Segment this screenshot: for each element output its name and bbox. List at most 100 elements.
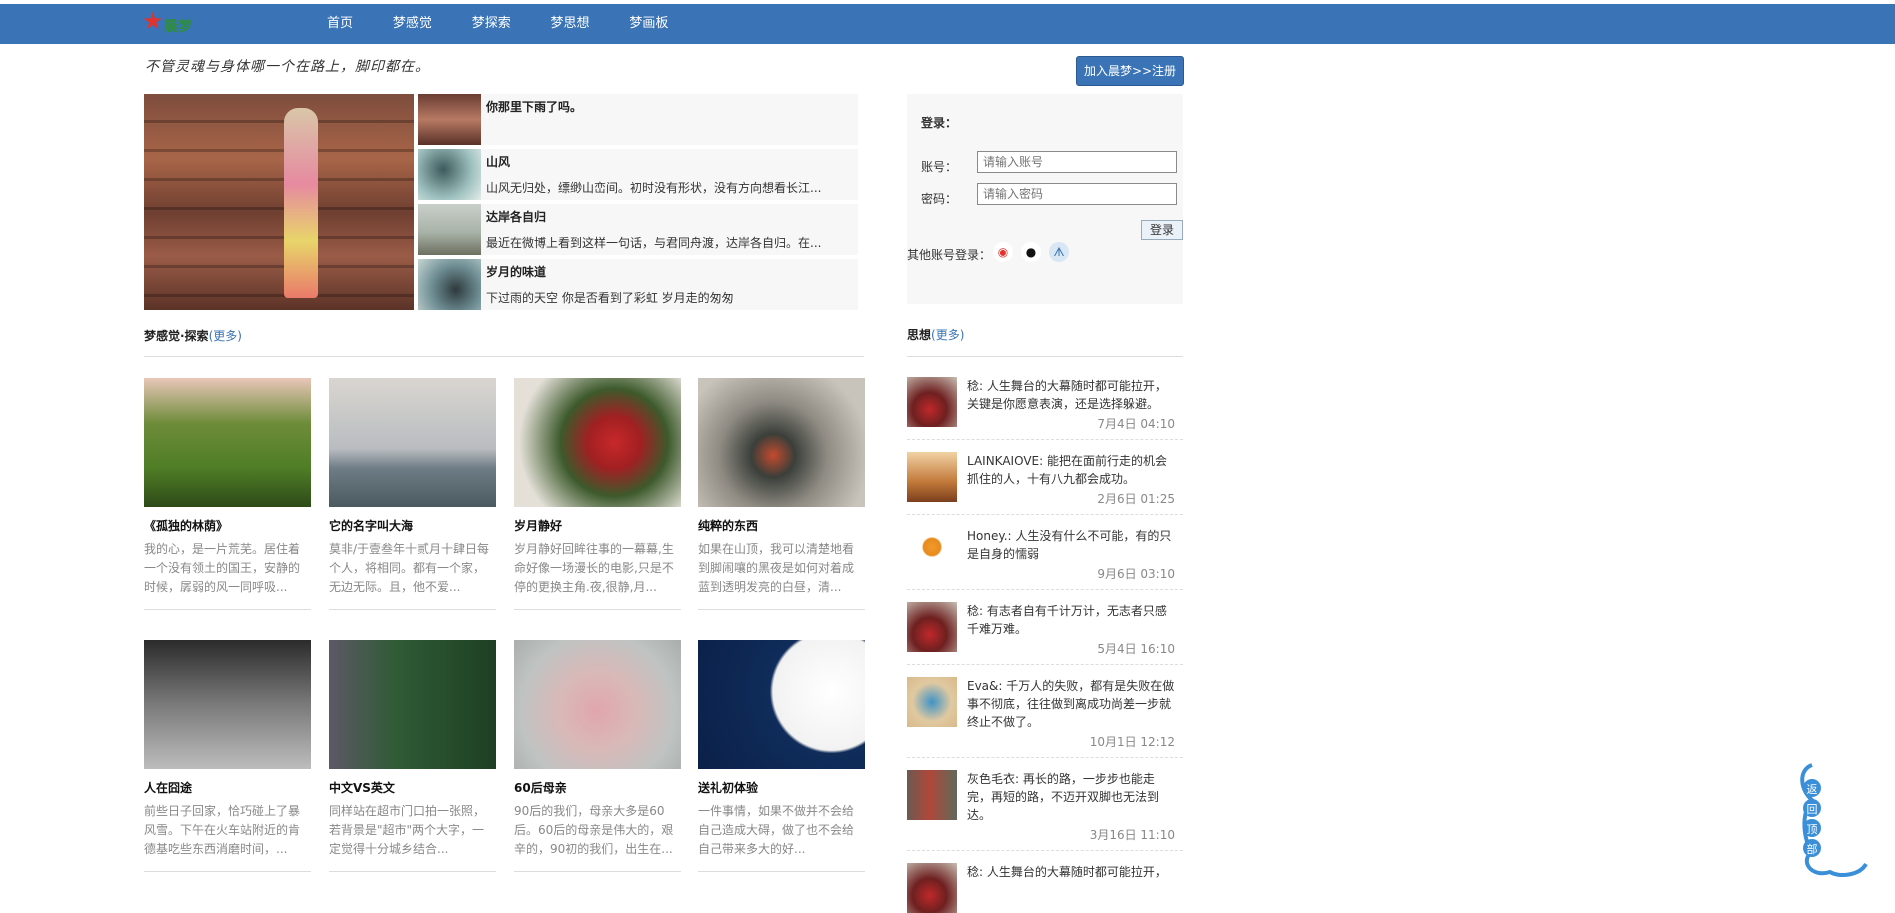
- thought-time: 3月16日 11:10: [1089, 828, 1175, 842]
- top-nav-bar: ★ 晨梦 首页 梦感觉 梦探索 梦思想 梦画板: [0, 4, 1895, 44]
- thought-text: Honey.: 人生没有什么不可能，有的只是自身的懦弱: [967, 529, 1172, 561]
- featured-list: 你那里下雨了吗。 山风 山风无归处，缥缈山峦间。初时没有形状，没有方向想看长江.…: [418, 94, 858, 314]
- hero-image[interactable]: [144, 94, 414, 310]
- article-title[interactable]: 岁月静好: [514, 517, 681, 534]
- article-card[interactable]: 送礼初体验 一件事情，如果不做并不会给自己造成大碍，做了也不会给自己带来多大的好…: [698, 640, 865, 872]
- article-desc: 岁月静好回眸往事的一幕幕,生命好像一场漫长的电影,只是不停的更换主角.夜,很静,…: [514, 542, 674, 594]
- avatar[interactable]: [907, 377, 957, 427]
- avatar[interactable]: [907, 863, 957, 913]
- password-input[interactable]: [977, 183, 1177, 205]
- other-login-label: 其他账号登录：: [907, 248, 992, 262]
- thought-text: 稔: 人生舞台的大幕随时都可能拉开，: [967, 865, 1167, 879]
- avatar[interactable]: [907, 677, 957, 727]
- article-image[interactable]: [698, 640, 865, 769]
- slogan: 不管灵魂与身体哪一个在路上，脚印都在。: [145, 59, 430, 75]
- thought-time: 10月1日 12:12: [1089, 735, 1175, 749]
- site-logo[interactable]: ★ 晨梦: [142, 8, 242, 40]
- thought-text: Eva&: 千万人的失败，都有是失败在做事不彻底，往往做到离成功尚差一步就终止不…: [967, 679, 1175, 729]
- featured-thumbnail[interactable]: [418, 259, 481, 310]
- avatar[interactable]: [907, 602, 957, 652]
- password-label: 密码：: [921, 192, 958, 206]
- login-button[interactable]: 登录: [1141, 220, 1183, 240]
- article-image[interactable]: [698, 378, 865, 507]
- avatar[interactable]: [907, 527, 957, 577]
- logo-text: 晨梦: [164, 19, 192, 35]
- thought-time: 5月4日 16:10: [1097, 642, 1175, 656]
- nav-item-explore[interactable]: 梦探索: [472, 4, 511, 44]
- thought-text: 稔: 人生舞台的大幕随时都可能拉开，关键是你愿意表演，还是选择躲避。: [967, 379, 1167, 411]
- article-image[interactable]: [144, 640, 311, 769]
- article-title[interactable]: 中文VS英文: [329, 779, 496, 796]
- article-card[interactable]: 它的名字叫大海 莫非/于壹叁年十贰月十肆日每个人，将相同。都有一个家，无边无际。…: [329, 378, 496, 610]
- thought-text: LAINKAIOVE: 能把在面前行走的机会抓住的人，十有八九都会成功。: [967, 454, 1167, 486]
- featured-desc: 下过雨的天空 你是否看到了彩虹 岁月走的匆匆: [486, 291, 734, 305]
- divider: [907, 356, 1183, 357]
- article-card[interactable]: 中文VS英文 同样站在超市门口拍一张照，若背景是"超市"两个大字，一定觉得十分城…: [329, 640, 496, 872]
- article-card[interactable]: 人在囧途 前些日子回家，恰巧碰上了暴风雪。下午在火车站附近的肯德基吃些东西消磨时…: [144, 640, 311, 872]
- article-card[interactable]: 岁月静好 岁月静好回眸往事的一幕幕,生命好像一场漫长的电影,只是不停的更换主角.…: [514, 378, 681, 610]
- main-nav: 首页 梦感觉 梦探索 梦思想 梦画板: [327, 4, 704, 44]
- featured-item[interactable]: 达岸各自归 最近在微博上看到这样一句话，与君同舟渡，达岸各自归。在...: [418, 204, 858, 255]
- article-title[interactable]: 它的名字叫大海: [329, 517, 496, 534]
- article-desc: 莫非/于壹叁年十贰月十肆日每个人，将相同。都有一个家，无边无际。且，他不爱...: [329, 542, 490, 594]
- divider: [144, 356, 864, 357]
- section-title-thought: 思想(更多): [907, 326, 964, 343]
- avatar[interactable]: [907, 452, 957, 502]
- tencent-weibo-icon[interactable]: ᗑ: [1049, 242, 1069, 262]
- nav-item-thought[interactable]: 梦思想: [551, 4, 590, 44]
- nav-item-board[interactable]: 梦画板: [629, 4, 668, 44]
- featured-item[interactable]: 岁月的味道 下过雨的天空 你是否看到了彩虹 岁月走的匆匆: [418, 259, 858, 310]
- featured-item[interactable]: 你那里下雨了吗。: [418, 94, 858, 145]
- thought-time: 2月6日 01:25: [1097, 492, 1175, 506]
- thought-time: 9月6日 03:10: [1097, 567, 1175, 581]
- article-title[interactable]: 送礼初体验: [698, 779, 865, 796]
- join-register-button[interactable]: 加入晨梦>>注册: [1076, 56, 1184, 86]
- featured-thumbnail[interactable]: [418, 149, 481, 200]
- login-panel: 登录： 账号： 密码： 登录 其他账号登录： ◉ ● ᗑ: [907, 94, 1183, 304]
- article-desc: 90后的我们，母亲大多是60后。60后的母亲是伟大的，艰辛的，90初的我们，出生…: [514, 804, 674, 856]
- login-title: 登录：: [921, 116, 958, 130]
- back-to-top-button[interactable]: 返回顶部: [1790, 760, 1870, 880]
- featured-title[interactable]: 达岸各自归: [486, 208, 546, 225]
- more-link[interactable]: (更多): [931, 328, 964, 342]
- back-to-top-icon: [1800, 763, 1868, 878]
- featured-title[interactable]: 你那里下雨了吗。: [486, 98, 582, 115]
- article-image[interactable]: [514, 640, 681, 769]
- section-title-explore: 梦感觉·探索(更多): [144, 327, 242, 344]
- weibo-icon[interactable]: ◉: [993, 242, 1013, 262]
- star-icon: ★: [142, 7, 164, 35]
- article-image[interactable]: [329, 378, 496, 507]
- article-desc: 同样站在超市门口拍一张照，若背景是"超市"两个大字，一定觉得十分城乡结合...: [329, 804, 486, 856]
- featured-desc: 最近在微博上看到这样一句话，与君同舟渡，达岸各自归。在...: [486, 236, 822, 250]
- article-title[interactable]: 《孤独的林荫》: [144, 517, 311, 534]
- nav-item-feel[interactable]: 梦感觉: [393, 4, 432, 44]
- featured-item[interactable]: 山风 山风无归处，缥缈山峦间。初时没有形状，没有方向想看长江...: [418, 149, 858, 200]
- qq-icon[interactable]: ●: [1021, 242, 1041, 262]
- featured-thumbnail[interactable]: [418, 94, 481, 145]
- article-image[interactable]: [144, 378, 311, 507]
- section-explore-label: 梦感觉·探索: [144, 329, 209, 343]
- article-image[interactable]: [329, 640, 496, 769]
- article-title[interactable]: 人在囧途: [144, 779, 311, 796]
- article-card[interactable]: 纯粹的东西 如果在山顶，我可以清楚地看到脚闹嚷的黑夜是如何对着成蓝到透明发亮的白…: [698, 378, 865, 610]
- featured-title[interactable]: 岁月的味道: [486, 263, 546, 280]
- article-desc: 前些日子回家，恰巧碰上了暴风雪。下午在火车站附近的肯德基吃些东西消磨时间，...: [144, 804, 301, 856]
- article-desc: 一件事情，如果不做并不会给自己造成大碍，做了也不会给自己带来多大的好...: [698, 804, 855, 856]
- featured-title[interactable]: 山风: [486, 153, 510, 170]
- more-link[interactable]: (更多): [209, 329, 242, 343]
- article-card[interactable]: 60后母亲 90后的我们，母亲大多是60后。60后的母亲是伟大的，艰辛的，90初…: [514, 640, 681, 872]
- featured-thumbnail[interactable]: [418, 204, 481, 255]
- article-title[interactable]: 60后母亲: [514, 779, 681, 796]
- article-card[interactable]: 《孤独的林荫》 我的心，是一片荒芜。居住着一个没有领土的国王，安静的时候，孱弱的…: [144, 378, 311, 610]
- thought-text: 灰色毛衣: 再长的路，一步步也能走完，再短的路，不迈开双脚也无法到达。: [967, 772, 1160, 822]
- account-input[interactable]: [977, 151, 1177, 173]
- article-title[interactable]: 纯粹的东西: [698, 517, 865, 534]
- nav-item-home[interactable]: 首页: [327, 4, 353, 44]
- article-image[interactable]: [514, 378, 681, 507]
- featured-desc: 山风无归处，缥缈山峦间。初时没有形状，没有方向想看长江...: [486, 181, 822, 195]
- back-to-top-label: 返回顶部: [1806, 783, 1818, 856]
- avatar[interactable]: [907, 770, 957, 820]
- thought-text: 稔: 有志者自有千计万计，无志者只感千难万难。: [967, 604, 1167, 636]
- account-label: 账号：: [921, 160, 958, 174]
- article-desc: 我的心，是一片荒芜。居住着一个没有领土的国王，安静的时候，孱弱的风一同呼吸...: [144, 542, 301, 594]
